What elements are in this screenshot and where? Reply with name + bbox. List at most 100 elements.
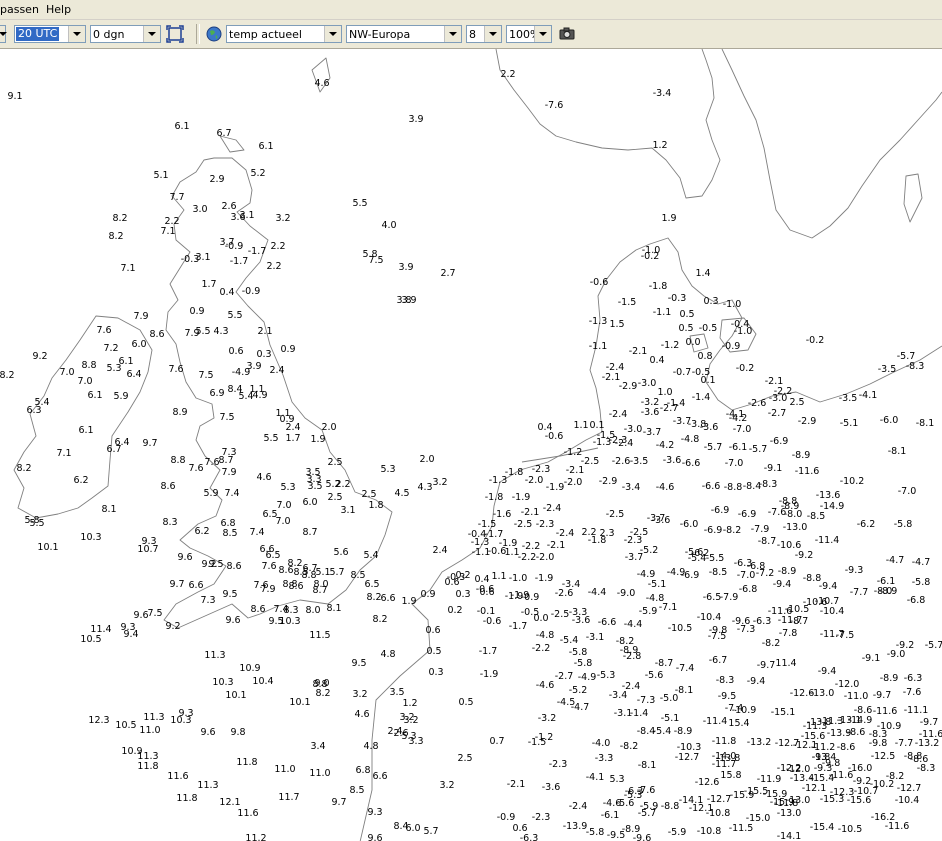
hidden-left-dropdown[interactable] bbox=[0, 25, 7, 43]
station-temperature-label: -9.0 bbox=[887, 649, 906, 660]
station-temperature-label: -2.9 bbox=[798, 416, 817, 427]
zoom-dropdown-arrow[interactable] bbox=[534, 26, 551, 42]
station-temperature-label: 0.4 bbox=[219, 287, 234, 298]
station-temperature-label: -9.7 bbox=[757, 660, 776, 671]
station-temperature-label: -6.8 bbox=[907, 595, 926, 606]
station-temperature-label: -2.7 bbox=[660, 403, 679, 414]
station-temperature-label: 8.5 bbox=[350, 570, 365, 581]
station-temperature-label: 9.3 bbox=[367, 807, 382, 818]
station-temperature-label: -11.0 bbox=[844, 691, 869, 702]
station-temperature-label: 0.6 bbox=[444, 577, 459, 588]
station-temperature-label: 1.7 bbox=[201, 279, 216, 290]
station-temperature-label: -10.4 bbox=[895, 795, 920, 806]
station-temperature-label: 8.7 bbox=[302, 527, 317, 538]
station-temperature-label: -3.6 bbox=[641, 407, 660, 418]
station-temperature-label: 1.1 bbox=[491, 571, 506, 582]
time-select[interactable]: 20 UTC bbox=[14, 25, 86, 43]
station-temperature-label: -4.4 bbox=[624, 619, 643, 630]
station-temperature-label: -5.8 bbox=[586, 827, 605, 838]
station-temperature-label: -2.6 bbox=[748, 398, 767, 409]
station-temperature-label: 8.2 bbox=[315, 688, 330, 699]
station-temperature-label: -11.6 bbox=[885, 821, 910, 832]
station-temperature-label: 11.0 bbox=[139, 725, 160, 736]
station-temperature-label: -9.6 bbox=[633, 833, 652, 841]
station-temperature-label: -6.8 bbox=[739, 584, 758, 595]
station-temperature-label: -2.1 bbox=[547, 540, 566, 551]
station-temperature-label: 5.3 bbox=[280, 482, 295, 493]
weather-map[interactable]: 9.1 4.6 2.2 -7.6 -3.4 6.1 6.7 3.9 6.1 1.2 5.1 2.9 5.… bbox=[0, 49, 942, 841]
font-size-select[interactable]: 8 bbox=[466, 25, 502, 43]
region-select[interactable]: NW-Europa bbox=[346, 25, 462, 43]
station-temperature-label: 0.5 bbox=[458, 697, 473, 708]
coastline-scandinavia bbox=[495, 49, 721, 199]
station-temperature-label: 9.2 bbox=[32, 351, 47, 362]
station-temperature-label: -1.5 bbox=[618, 297, 637, 308]
station-temperature-label: -7.9 bbox=[751, 524, 770, 535]
station-temperature-label: -8.3 bbox=[906, 361, 925, 372]
station-temperature-label: -8.2 bbox=[723, 525, 742, 536]
menu-help[interactable]: Help bbox=[46, 3, 71, 16]
station-temperature-label: -5.4 bbox=[560, 635, 579, 646]
station-temperature-label: 8.7 bbox=[312, 585, 327, 596]
station-temperature-label: 7.9 bbox=[133, 311, 148, 322]
layer-dropdown-arrow[interactable] bbox=[324, 26, 341, 42]
menu-passen[interactable]: passen bbox=[0, 3, 39, 16]
station-temperature-label: -2.8 bbox=[623, 651, 642, 662]
station-temperature-label: -1.2 bbox=[661, 340, 680, 351]
station-temperature-label: -6.3 bbox=[904, 673, 923, 684]
station-temperature-label: -8.6 bbox=[837, 742, 856, 753]
station-temperature-label: -2.0 bbox=[536, 552, 555, 563]
station-temperature-label: -1.8 bbox=[505, 467, 524, 478]
station-temperature-label: -0.2 bbox=[736, 363, 755, 374]
station-temperature-label: -0.7 bbox=[673, 367, 692, 378]
station-temperature-label: 7.7 bbox=[169, 192, 184, 203]
station-temperature-label: -1.0 bbox=[509, 573, 528, 584]
station-temperature-label: 4.6 bbox=[354, 709, 369, 720]
station-temperature-label: 8.2 bbox=[0, 370, 15, 381]
station-temperature-label: 11.8 bbox=[176, 793, 197, 804]
station-temperature-label: 2.5 bbox=[327, 492, 342, 503]
station-temperature-label: -3.5 bbox=[839, 393, 858, 404]
zoom-select[interactable]: 100% bbox=[506, 25, 552, 43]
font-size-dropdown-arrow[interactable] bbox=[484, 26, 501, 42]
station-temperature-label: 2.4 bbox=[432, 545, 447, 556]
station-temperature-label: 8.6 bbox=[278, 565, 293, 576]
station-temperature-label: -15.1 bbox=[771, 707, 796, 718]
station-temperature-label: 2.5 bbox=[457, 753, 472, 764]
station-temperature-label: -3.0 bbox=[638, 378, 657, 389]
station-temperature-label: 5.1 bbox=[315, 567, 330, 578]
station-temperature-label: 1.5 bbox=[609, 319, 624, 330]
day-offset-dropdown-arrow[interactable] bbox=[143, 26, 160, 42]
camera-icon[interactable] bbox=[558, 25, 576, 43]
coastline-sweden bbox=[721, 49, 942, 239]
station-temperature-label: -6.3 bbox=[520, 833, 539, 841]
station-temperature-label: -14.9 bbox=[848, 715, 873, 726]
station-temperature-label: 3.9 bbox=[408, 114, 423, 125]
station-temperature-label: 5.3 bbox=[106, 363, 121, 374]
station-temperature-label: -6.7 bbox=[709, 655, 728, 666]
station-temperature-label: 8.1 bbox=[326, 603, 341, 614]
station-temperature-label: 3.4 bbox=[310, 741, 325, 752]
station-temperature-label: 8.6 bbox=[288, 581, 303, 592]
station-temperature-label: 8.6 bbox=[149, 329, 164, 340]
station-temperature-label: -0.9 bbox=[722, 341, 741, 352]
station-temperature-label: -8.2 bbox=[762, 638, 781, 649]
station-temperature-label: -8.5 bbox=[807, 511, 826, 522]
station-temperature-label: -2.6 bbox=[555, 588, 574, 599]
station-temperature-label: -8.8 bbox=[661, 801, 680, 812]
fit-to-window-icon[interactable] bbox=[166, 25, 184, 43]
station-temperature-label: -3.2 bbox=[538, 713, 557, 724]
day-offset-select[interactable]: 0 dgn bbox=[90, 25, 161, 43]
station-temperature-label: 0.9 bbox=[280, 344, 295, 355]
region-dropdown-arrow[interactable] bbox=[444, 26, 461, 42]
station-temperature-label: -5.8 bbox=[574, 658, 593, 669]
station-temperature-label: -7.7 bbox=[895, 738, 914, 749]
station-temperature-label: -1.7 bbox=[230, 256, 249, 267]
station-temperature-label: -5.4 bbox=[653, 726, 672, 737]
time-select-dropdown-arrow[interactable] bbox=[68, 26, 85, 42]
station-temperature-label: -1.0 bbox=[734, 326, 753, 337]
station-temperature-label: 0.5 bbox=[679, 309, 694, 320]
layer-select[interactable]: temp actueel bbox=[226, 25, 342, 43]
station-temperature-label: -5.1 bbox=[661, 713, 680, 724]
globe-icon[interactable] bbox=[205, 25, 223, 43]
